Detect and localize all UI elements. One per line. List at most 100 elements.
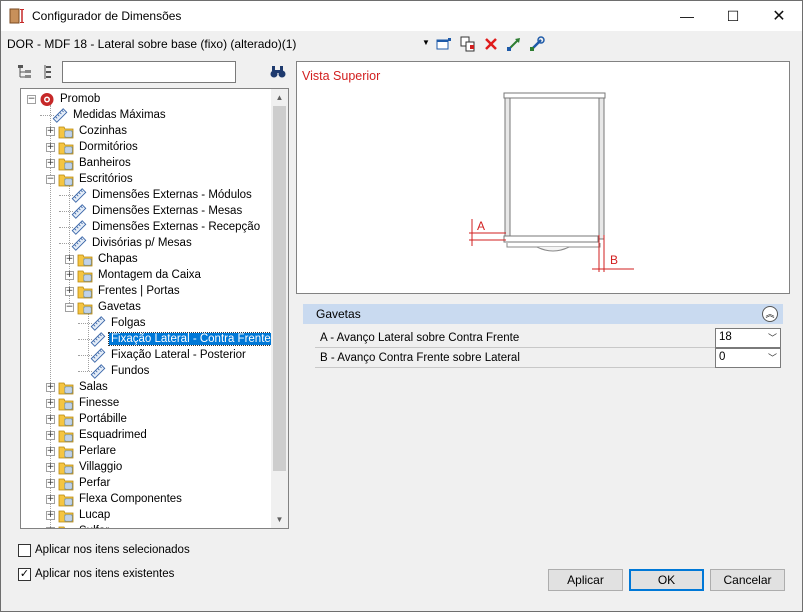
expand-icon[interactable]: + — [46, 158, 55, 168]
promob-logo-icon — [40, 92, 54, 106]
expand-icon[interactable]: + — [46, 382, 55, 392]
collapse-icon[interactable]: − — [46, 174, 55, 184]
collapse-icon[interactable]: − — [27, 94, 36, 104]
expand-icon[interactable]: + — [65, 254, 74, 264]
close-window-button[interactable]: ✕ — [756, 1, 802, 31]
tree-item[interactable]: + Perfar — [46, 475, 112, 491]
tree-item-label: Fixação Lateral - Posterior — [111, 349, 246, 361]
tree-vertical-scrollbar[interactable]: ▲ ▼ — [271, 89, 288, 528]
tree-item[interactable]: − Escritórios — [46, 171, 135, 187]
title-bar: Configurador de Dimensões — ☐ ✕ — [1, 1, 802, 31]
expand-icon[interactable]: + — [46, 414, 55, 424]
minimize-button[interactable]: — — [664, 1, 710, 31]
property-value-b: 0 — [719, 351, 726, 363]
ok-button[interactable]: OK — [629, 569, 704, 591]
move-icon[interactable] — [506, 36, 522, 52]
folder-icon — [58, 126, 74, 138]
dropdown-icon[interactable]: ▼ — [422, 38, 430, 47]
tree-item[interactable]: Folgas — [78, 315, 148, 331]
expand-all-icon[interactable] — [17, 64, 33, 80]
tools-icon[interactable] — [529, 36, 545, 52]
properties-icon[interactable] — [436, 36, 452, 52]
expand-icon[interactable]: + — [46, 478, 55, 488]
folder-icon — [77, 254, 93, 266]
expand-icon[interactable]: + — [46, 126, 55, 136]
folder-icon — [58, 414, 74, 426]
tree-rows: − Promob Medidas Máximas + Cozinhas + Dormitór… — [21, 89, 271, 528]
tree-item-label: Montagem da Caixa — [98, 269, 201, 281]
tree-item[interactable]: + Chapas — [65, 251, 140, 267]
ruler-icon — [90, 331, 106, 347]
apply-selected-option[interactable]: Aplicar nos itens selecionados — [18, 542, 190, 558]
ruler-icon — [71, 203, 87, 219]
collapse-icon[interactable]: − — [65, 302, 74, 312]
expand-icon[interactable]: + — [46, 142, 55, 152]
tree-item-label: Flexa Componentes — [79, 493, 182, 505]
apply-button[interactable]: Aplicar — [548, 569, 623, 591]
expand-icon[interactable]: + — [46, 446, 55, 456]
folder-icon — [58, 510, 74, 522]
tree-item[interactable]: Dimensões Externas - Recepção — [59, 219, 262, 235]
tree-item-label: Dormitórios — [79, 141, 138, 153]
scroll-thumb[interactable] — [273, 106, 286, 471]
maximize-button[interactable]: ☐ — [710, 1, 756, 31]
tree-item[interactable]: + Sulfar — [46, 523, 111, 528]
expand-icon[interactable]: + — [46, 494, 55, 504]
expand-icon[interactable]: + — [46, 462, 55, 472]
expand-icon[interactable]: + — [46, 430, 55, 440]
collapse-group-icon[interactable]: ︽ — [762, 306, 778, 322]
tree-item[interactable]: + Banheiros — [46, 155, 133, 171]
expand-icon[interactable]: + — [46, 510, 55, 520]
collapse-all-icon[interactable] — [40, 64, 56, 80]
apply-existing-checkbox[interactable]: ✓ — [18, 567, 31, 581]
find-icon[interactable] — [270, 64, 286, 80]
copy-icon[interactable] — [460, 36, 476, 52]
apply-selected-checkbox[interactable] — [18, 543, 31, 557]
tree-item[interactable]: Dimensões Externas - Mesas — [59, 203, 244, 219]
expand-icon[interactable]: + — [65, 286, 74, 296]
apply-existing-option[interactable]: ✓ Aplicar nos itens existentes — [18, 566, 174, 582]
tree-item[interactable]: + Flexa Componentes — [46, 491, 184, 507]
category-tree[interactable]: − Promob Medidas Máximas + Cozinhas + Dormitór… — [20, 88, 289, 529]
tree-item[interactable]: + Lucap — [46, 507, 112, 523]
expand-icon[interactable]: + — [46, 398, 55, 408]
property-value-b-select[interactable]: 0 ﹀ — [715, 348, 781, 368]
folder-icon — [58, 446, 74, 458]
tree-item[interactable]: + Finesse — [46, 395, 121, 411]
tree-item[interactable]: Fundos — [78, 363, 151, 379]
tree-item[interactable]: + Portábille — [46, 411, 129, 427]
expand-icon[interactable]: + — [46, 526, 55, 528]
tree-item[interactable]: + Dormitórios — [46, 139, 140, 155]
folder-icon — [58, 398, 74, 410]
cancel-button[interactable]: Cancelar — [710, 569, 785, 591]
delete-icon[interactable] — [483, 36, 499, 52]
tree-item[interactable]: + Montagem da Caixa — [65, 267, 203, 283]
expand-icon[interactable]: + — [65, 270, 74, 280]
scroll-down-icon[interactable]: ▼ — [271, 511, 288, 528]
property-group-title: Gavetas — [316, 307, 361, 321]
tree-item[interactable]: + Cozinhas — [46, 123, 129, 139]
tree-item[interactable]: + Frentes | Portas — [65, 283, 182, 299]
folder-icon — [58, 526, 66, 528]
tree-item[interactable]: Divisórias p/ Mesas — [59, 235, 194, 251]
tree-item[interactable]: − Gavetas — [65, 299, 143, 315]
tree-item[interactable]: Fixação Lateral - Contra Frente — [78, 331, 271, 347]
apply-selected-label: Aplicar nos itens selecionados — [35, 544, 190, 556]
scroll-up-icon[interactable]: ▲ — [271, 89, 288, 106]
tree-item-label: Finesse — [79, 397, 120, 409]
property-value-a-select[interactable]: 18 ﹀ — [715, 328, 781, 348]
top-view-drawing — [469, 92, 634, 272]
tree-search-input[interactable] — [62, 61, 236, 83]
tree-item[interactable]: − Promob — [27, 91, 102, 107]
tree-item-label: Gavetas — [98, 301, 141, 313]
ruler-icon — [90, 363, 106, 379]
tree-item[interactable]: + Villaggio — [46, 459, 124, 475]
tree-item[interactable]: Fixação Lateral - Posterior — [78, 347, 248, 363]
tree-item-label: Divisórias p/ Mesas — [92, 237, 192, 249]
tree-item[interactable]: + Perlare — [46, 443, 118, 459]
tree-item[interactable]: + Salas — [46, 379, 110, 395]
tree-item[interactable]: + Esquadrimed — [46, 427, 149, 443]
property-group-header[interactable]: Gavetas ︽ — [303, 304, 783, 324]
tree-item[interactable]: Dimensões Externas - Módulos — [59, 187, 254, 203]
tree-item[interactable]: Medidas Máximas — [40, 107, 168, 123]
